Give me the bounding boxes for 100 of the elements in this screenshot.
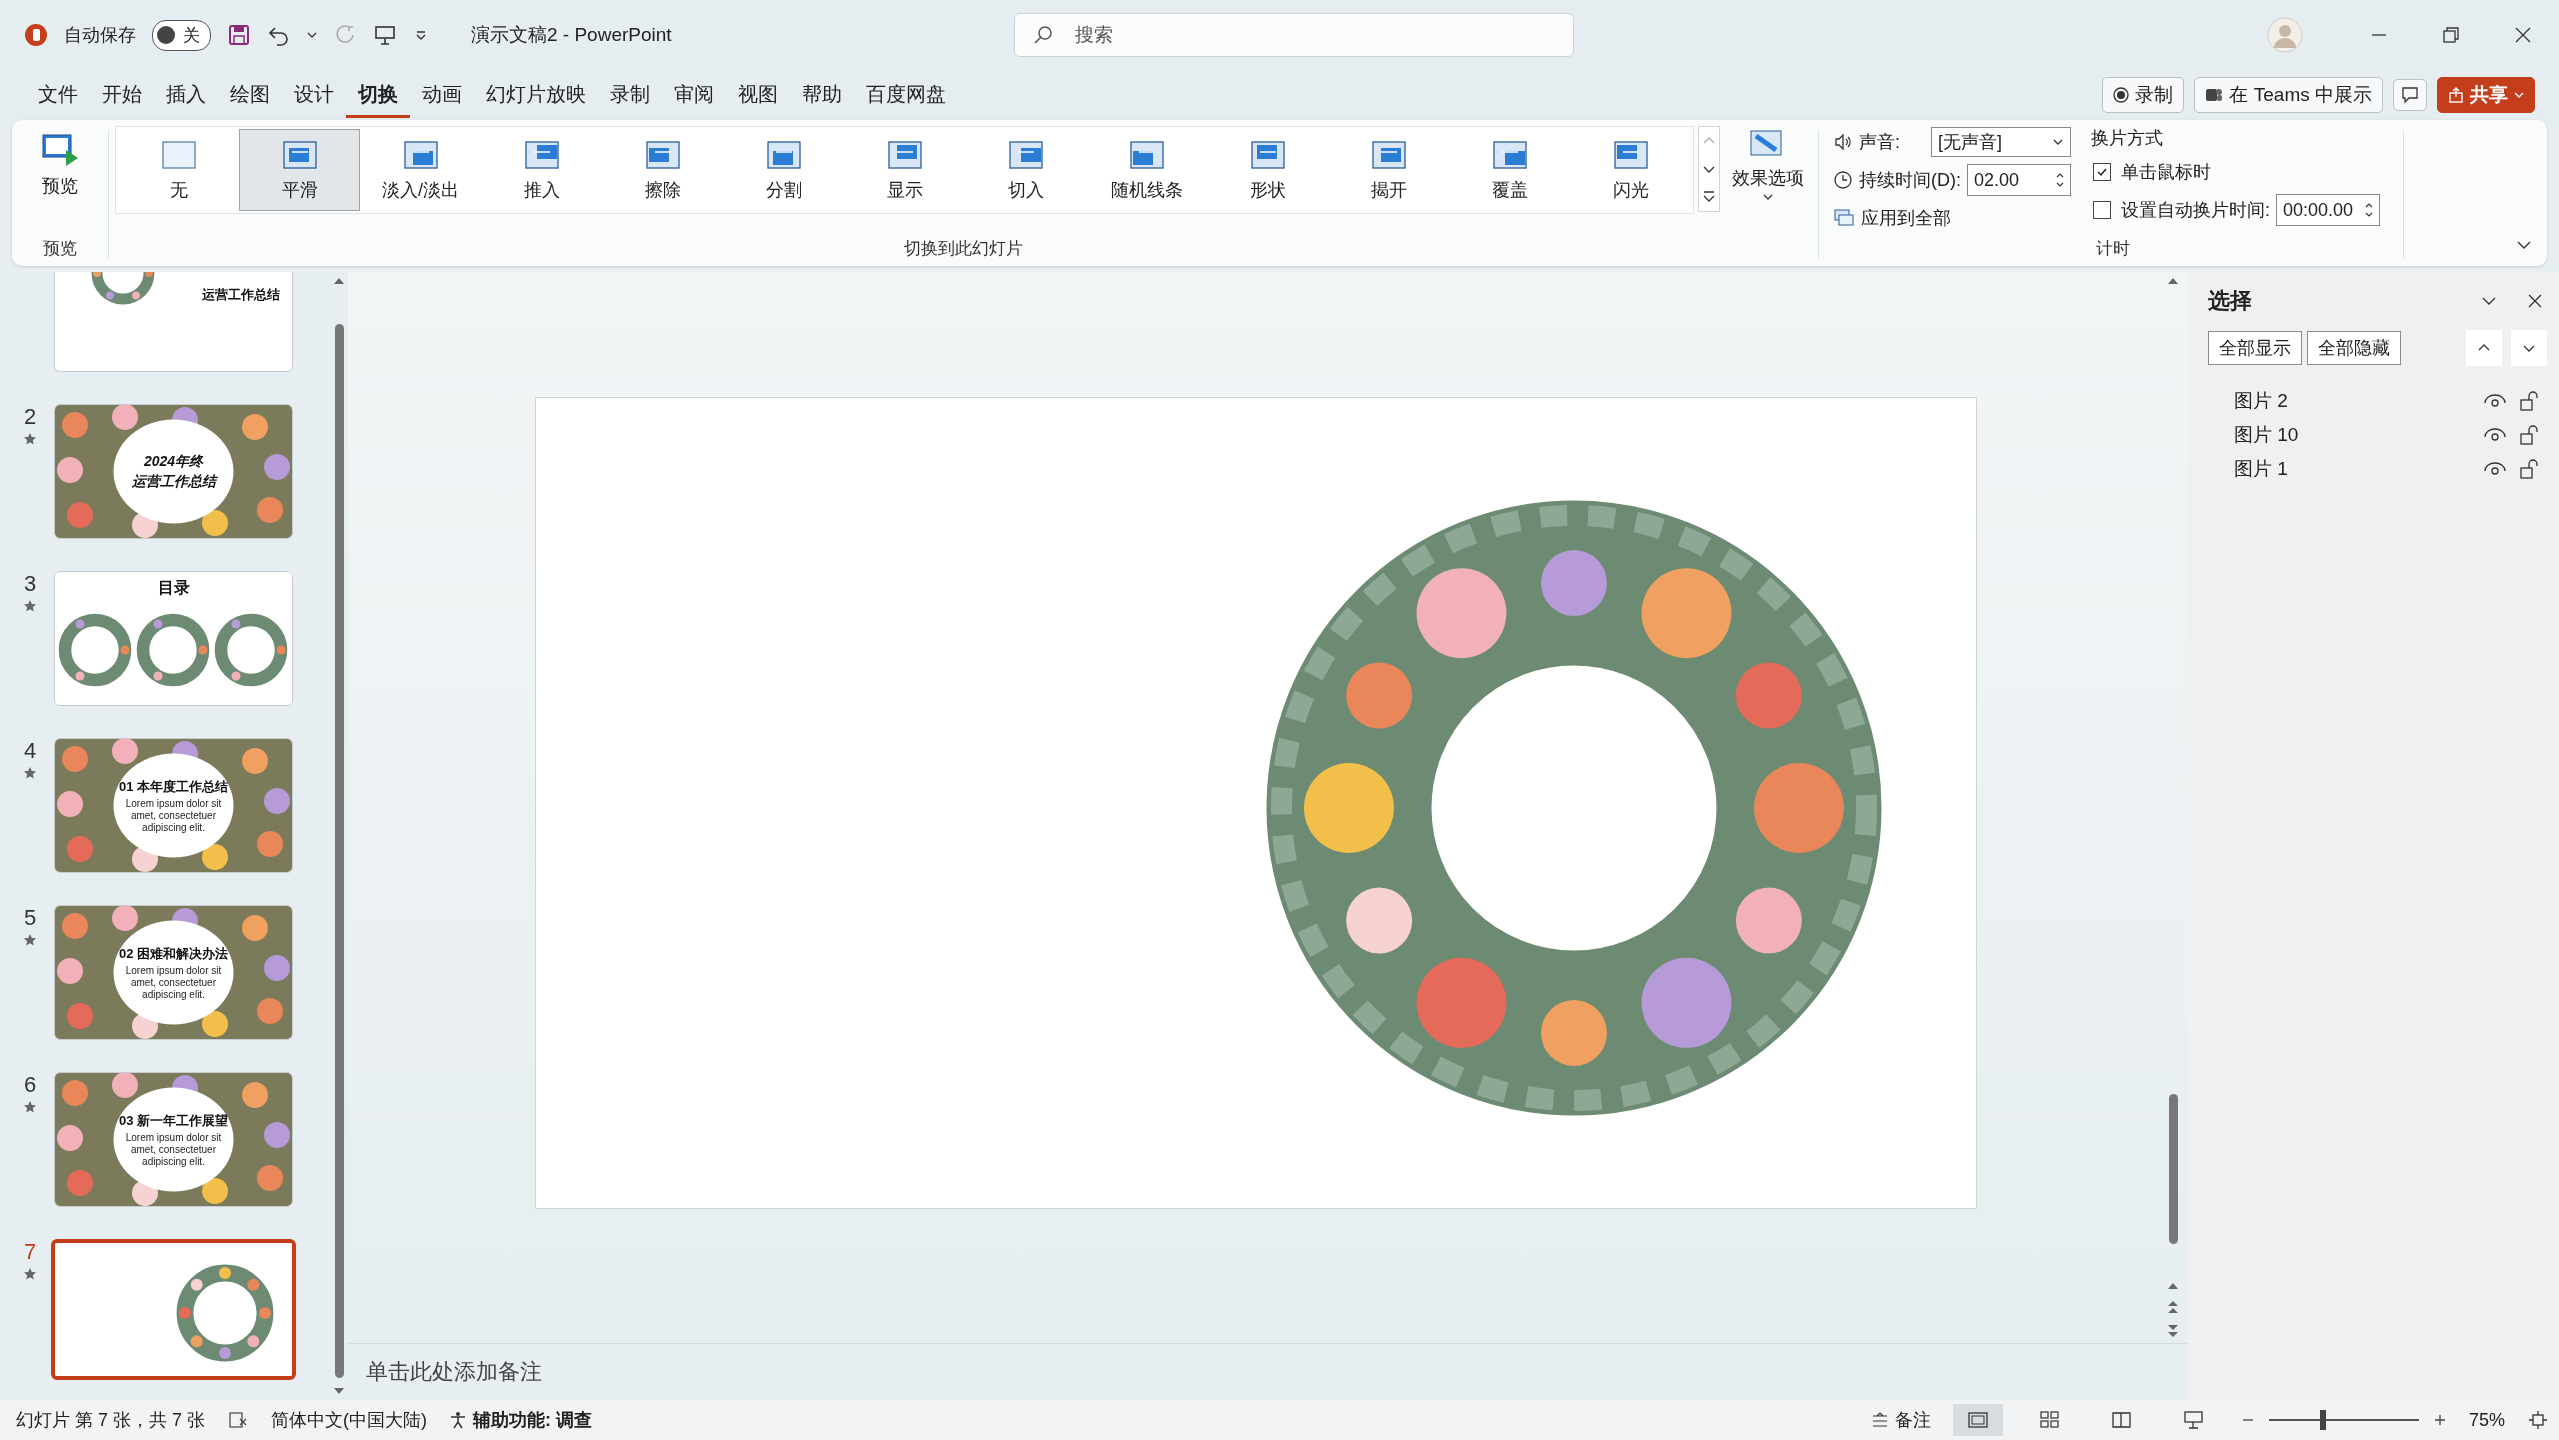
next-slide-icon[interactable]: [2166, 1323, 2180, 1339]
record-button[interactable]: 录制: [2102, 77, 2185, 113]
slide-body-text: Lorem ipsum dolor sit amet, consectetuer adipiscing elit.: [124, 1131, 223, 1168]
group-label: 预览: [43, 238, 77, 260]
object-name[interactable]: 图片 2: [2234, 388, 2288, 414]
slide-thumbnail[interactable]: 目录: [54, 571, 293, 706]
eye-icon[interactable]: [2483, 392, 2507, 410]
teams-button[interactable]: 在 Teams 中展示: [2194, 77, 2383, 113]
slide-title: 目录: [157, 578, 190, 598]
transition-option[interactable]: 形状: [1207, 129, 1328, 211]
notes-icon: [1870, 1412, 1889, 1428]
apply-all-button[interactable]: 应用到全部: [1833, 206, 1951, 230]
checkbox[interactable]: [2093, 201, 2111, 219]
scroll-up-icon[interactable]: [2166, 276, 2180, 286]
transition-icon: [160, 138, 197, 172]
transition-option[interactable]: 覆盖: [1449, 129, 1570, 211]
presentation-icon[interactable]: [373, 23, 397, 47]
transition-option[interactable]: 淡入/淡出: [360, 129, 481, 211]
slide-counter: 幻灯片 第 7 张，共 7 张: [16, 1409, 206, 1432]
menu-tab[interactable]: 设计: [282, 72, 346, 118]
field-label: 声音:: [1859, 131, 1901, 154]
notes-button[interactable]: 备注: [1870, 1408, 1931, 1432]
preview-button[interactable]: 预览: [32, 126, 88, 202]
comment-button[interactable]: [2393, 79, 2427, 111]
menu-tab[interactable]: 插入: [154, 72, 218, 118]
eye-icon[interactable]: [2483, 426, 2507, 444]
transition-option[interactable]: 推入: [481, 129, 602, 211]
star-icon: [23, 1100, 37, 1114]
transition-icon: [765, 138, 802, 172]
menu-tab[interactable]: 录制: [598, 72, 662, 118]
show-all-button[interactable]: 全部显示: [2208, 331, 2302, 365]
save-icon[interactable]: [227, 23, 251, 47]
duration-spinner[interactable]: 02.00: [1967, 164, 2071, 196]
unlocked-icon[interactable]: [2519, 390, 2539, 412]
slide-number: 4: [23, 738, 37, 764]
sound-icon: [1833, 132, 1853, 152]
pane-title: 选择: [2208, 287, 2252, 315]
time-spinner[interactable]: 00:00.00: [2276, 194, 2380, 226]
transition-option[interactable]: 闪光: [1570, 129, 1691, 211]
object-name[interactable]: 图片 10: [2234, 422, 2299, 448]
slide-number: 2: [23, 404, 37, 430]
slide-thumbnail[interactable]: 01 本年度工作总结 Lorem ipsum dolor sit amet, consectetuer adipiscing elit.: [54, 738, 293, 873]
transition-icon: [1128, 138, 1165, 172]
menu-tab[interactable]: 动画: [410, 72, 474, 118]
menu-tab[interactable]: 绘图: [218, 72, 282, 118]
star-icon: [23, 766, 37, 780]
slide-number: 7: [23, 1239, 37, 1265]
scrollbar-thumb[interactable]: [334, 324, 344, 1378]
scroll-down-icon[interactable]: [2166, 1281, 2180, 1291]
slide-thumbnail[interactable]: 02 困难和解决办法 Lorem ipsum dolor sit amet, consectetuer adipiscing elit.: [54, 905, 293, 1040]
accessibility-button[interactable]: 辅助功能: 调查: [449, 1408, 593, 1432]
normal-view-icon[interactable]: [1952, 1404, 2003, 1436]
effect-options-button[interactable]: 效果选项: [1724, 126, 1812, 206]
scroll-up-icon[interactable]: [332, 276, 346, 286]
hide-all-button[interactable]: 全部隐藏: [2307, 331, 2401, 365]
menu-tab[interactable]: 开始: [90, 72, 154, 118]
transition-icon: [1007, 138, 1044, 172]
menu-tab[interactable]: 帮助: [790, 72, 854, 118]
fit-to-window-icon[interactable]: [2527, 1409, 2549, 1431]
transition-option[interactable]: 揭开: [1328, 129, 1449, 211]
share-button[interactable]: 共享: [2437, 77, 2535, 113]
transition-option[interactable]: 显示: [844, 129, 965, 211]
search-field[interactable]: 搜索: [1014, 13, 1574, 57]
transition-option[interactable]: 平滑: [239, 129, 360, 211]
slide-number: 5: [23, 905, 37, 931]
group-label: 切换到此幻灯片: [904, 238, 1023, 260]
notes-placeholder[interactable]: 单击此处添加备注: [366, 1357, 542, 1387]
transition-option[interactable]: 切入: [965, 129, 1086, 211]
transition-icon: [1612, 138, 1649, 172]
slide-thumbnail[interactable]: 03 新一年工作展望 Lorem ipsum dolor sit amet, consectetuer adipiscing elit.: [54, 1072, 293, 1207]
slide-thumbnail[interactable]: 运营工作总结: [54, 272, 293, 372]
previous-slide-icon[interactable]: [2166, 1299, 2180, 1315]
language-label[interactable]: 简体中文(中国大陆): [271, 1408, 428, 1432]
comment-icon: [2401, 86, 2419, 104]
menu-tab[interactable]: 视图: [726, 72, 790, 118]
menu-tab[interactable]: 幻灯片放映: [474, 72, 598, 118]
unlocked-icon[interactable]: [2519, 424, 2539, 446]
zoom-in-icon[interactable]: [2432, 1413, 2447, 1427]
scroll-down-icon[interactable]: [332, 1386, 346, 1396]
menu-tab[interactable]: 审阅: [662, 72, 726, 118]
scrollbar-thumb[interactable]: [2168, 1094, 2178, 1244]
transition-option[interactable]: 分割: [723, 129, 844, 211]
menu-tab[interactable]: 切换: [346, 72, 410, 118]
transition-option[interactable]: 无: [118, 129, 239, 211]
zoom-thumb[interactable]: [2319, 1410, 2326, 1430]
autosave-toggle[interactable]: 关: [152, 19, 211, 51]
menu-tab[interactable]: 百度网盘: [854, 72, 958, 118]
eye-icon[interactable]: [2483, 460, 2507, 478]
checkbox[interactable]: [2093, 163, 2111, 181]
star-icon: [23, 933, 37, 947]
zoom-level[interactable]: 75%: [2468, 1409, 2505, 1431]
transition-option[interactable]: 随机线条: [1086, 129, 1207, 211]
slide-body-text: Lorem ipsum dolor sit amet, consectetuer adipiscing elit.: [124, 964, 223, 1001]
slide-thumbnail[interactable]: 2024年终 运营工作总结: [54, 404, 293, 539]
transition-option[interactable]: 擦除: [602, 129, 723, 211]
unlocked-icon[interactable]: [2519, 458, 2539, 480]
menu-tab[interactable]: 文件: [26, 72, 90, 118]
slide-title: 运营工作总结: [202, 286, 280, 304]
sound-dropdown[interactable]: [无声音]: [1931, 127, 2071, 157]
object-name[interactable]: 图片 1: [2234, 456, 2288, 482]
